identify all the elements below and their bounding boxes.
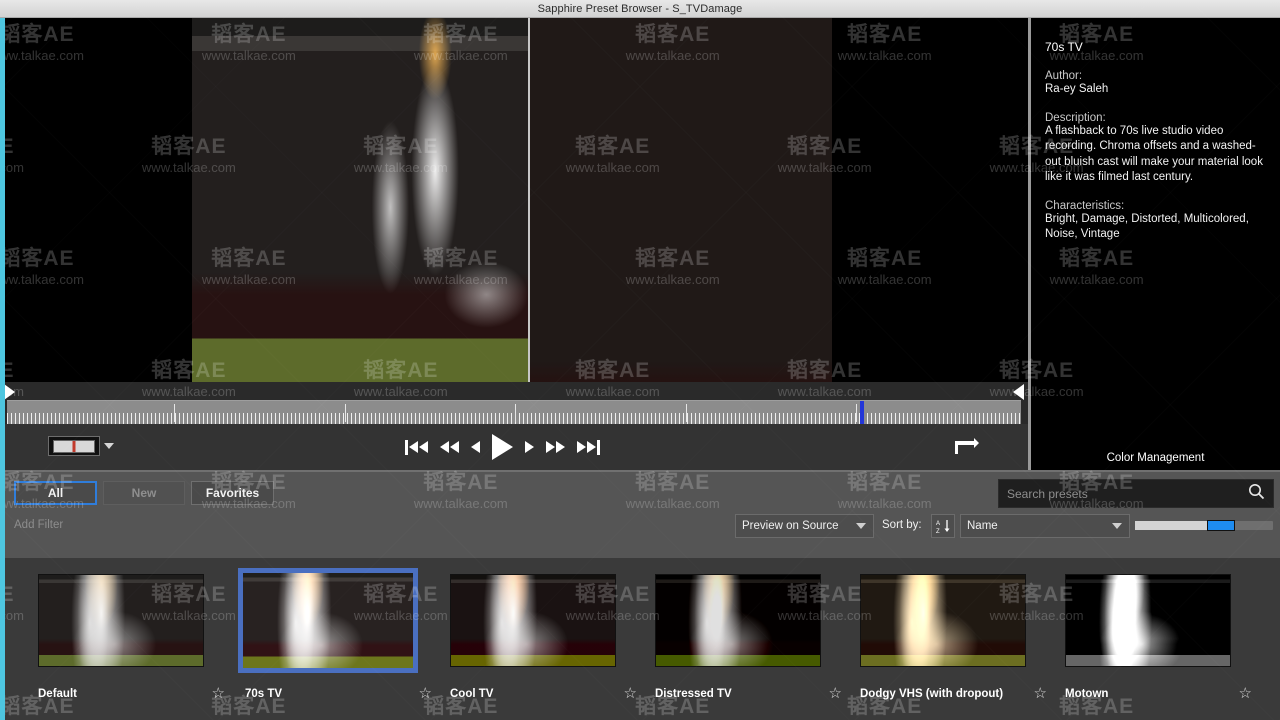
ruler-major-tick [856, 404, 857, 422]
chevron-down-icon [856, 523, 866, 529]
rewind-button[interactable] [440, 441, 459, 453]
preview-letterbox-right [832, 18, 1028, 382]
ruler-ticks [7, 413, 1021, 424]
favorite-star-icon[interactable]: ☆ [1239, 686, 1252, 701]
step-forward-button[interactable] [525, 441, 534, 453]
favorite-star-icon[interactable]: ☆ [829, 686, 842, 701]
favorite-star-icon[interactable]: ☆ [212, 686, 225, 701]
preset-caption: Dodgy VHS (with dropout) ☆ [860, 686, 1065, 701]
info-characteristics-label: Characteristics: [1045, 199, 1125, 212]
preset-caption: Distressed TV ☆ [655, 686, 860, 701]
tab-new[interactable]: New [103, 481, 185, 505]
preset-name: Distressed TV [655, 687, 732, 700]
preset-thumbnail[interactable] [655, 574, 821, 667]
info-characteristics-group: Characteristics: Bright, Damage, Distort… [1045, 200, 1266, 243]
preset-card-cool-tv[interactable]: Cool TV ☆ [450, 574, 655, 701]
view-mode-chevron-down-icon[interactable] [104, 443, 114, 449]
preset-grid: Default ☆ 70s TV ☆ Cool TV ☆ Distressed … [0, 558, 1280, 720]
skip-to-end-button[interactable] [577, 439, 600, 455]
window-left-accent-edge [0, 18, 5, 720]
search-icon[interactable] [1248, 483, 1265, 505]
preset-caption: Default ☆ [38, 686, 243, 701]
preset-name: Dodgy VHS (with dropout) [860, 687, 1004, 700]
slider-thumb[interactable] [1206, 520, 1235, 531]
scrub-bar[interactable] [0, 382, 1028, 425]
preset-thumbnail[interactable] [1065, 574, 1231, 667]
svg-text:A: A [936, 521, 940, 527]
skip-to-start-button[interactable] [405, 439, 428, 455]
preset-name: Motown [1065, 687, 1109, 700]
favorite-star-icon[interactable]: ☆ [1034, 686, 1047, 701]
timeline-ruler[interactable] [7, 400, 1021, 425]
transport-bar [0, 424, 1028, 470]
preset-thumbnail[interactable] [38, 574, 204, 667]
search-input[interactable]: Search presets [998, 479, 1274, 508]
title-bar: Sapphire Preset Browser - S_TVDamage [0, 0, 1280, 18]
panel-divider[interactable] [1028, 18, 1031, 470]
preset-thumbnail[interactable] [450, 574, 616, 667]
step-back-button[interactable] [471, 441, 480, 453]
slider-fill [1135, 521, 1211, 530]
favorite-star-icon[interactable]: ☆ [419, 686, 432, 701]
sort-by-label: Sort by: [882, 519, 922, 531]
preset-info-panel: 70s TV Author: Ra-ey Saleh Description: … [1031, 18, 1280, 470]
info-author-label: Author: [1045, 70, 1083, 82]
color-management-button[interactable]: Color Management [1031, 452, 1280, 464]
preset-card-motown[interactable]: Motown ☆ [1065, 574, 1270, 701]
svg-text:Z: Z [936, 529, 940, 534]
preview-split-divider[interactable] [528, 18, 530, 382]
preset-caption: 70s TV ☆ [245, 686, 450, 701]
sort-az-icon[interactable]: A Z [931, 514, 955, 538]
preset-name: 70s TV [245, 687, 283, 700]
playhead[interactable] [860, 401, 864, 425]
loop-icon[interactable] [952, 436, 980, 463]
preset-card-distressed-tv[interactable]: Distressed TV ☆ [655, 574, 860, 701]
preset-name: Default [38, 687, 77, 700]
preset-caption: Motown ☆ [1065, 686, 1270, 701]
split-view-icon[interactable] [48, 436, 100, 456]
info-characteristics-value: Bright, Damage, Distorted, Multicolored,… [1045, 212, 1249, 241]
play-button[interactable] [492, 434, 513, 460]
preview-image [192, 18, 832, 382]
sort-field-value: Name [967, 520, 998, 532]
info-description-group: Description: A flashback to 70s live stu… [1045, 112, 1266, 186]
tab-favorites[interactable]: Favorites [191, 481, 274, 505]
preset-name: Cool TV [450, 687, 494, 700]
info-preset-name: 70s TV [1045, 40, 1083, 54]
transport-buttons [405, 424, 600, 470]
ruler-major-tick [345, 404, 346, 422]
ruler-major-tick [515, 404, 516, 422]
search-placeholder: Search presets [1007, 486, 1088, 501]
preset-card-default[interactable]: Default ☆ [38, 574, 243, 701]
thumbnail-size-slider[interactable] [1135, 520, 1273, 531]
preset-card-70s-tv[interactable]: 70s TV ☆ [238, 568, 450, 701]
preset-caption: Cool TV ☆ [450, 686, 655, 701]
info-description-label: Description: [1045, 111, 1106, 124]
preset-thumbnail[interactable] [238, 568, 418, 673]
preset-card-dodgy-vhs[interactable]: Dodgy VHS (with dropout) ☆ [860, 574, 1065, 701]
tab-all[interactable]: All [14, 481, 97, 505]
preview-letterbox-left [0, 18, 192, 382]
favorite-star-icon[interactable]: ☆ [624, 686, 637, 701]
preview-mode-value: Preview on Source [742, 520, 839, 532]
window-title: Sapphire Preset Browser - S_TVDamage [537, 2, 743, 15]
preview-viewport[interactable] [0, 18, 1028, 382]
add-filter-button[interactable]: Add Filter [14, 519, 63, 531]
out-point-marker-icon[interactable] [1013, 384, 1024, 400]
chevron-down-icon [1112, 523, 1122, 529]
ruler-major-tick [686, 404, 687, 422]
preview-mode-dropdown[interactable]: Preview on Source [735, 514, 874, 538]
ruler-major-tick [174, 404, 175, 422]
info-author-value: Ra-ey Saleh [1045, 83, 1109, 95]
info-author-group: Author: Ra-ey Saleh [1045, 70, 1266, 98]
in-point-marker-icon[interactable] [4, 384, 15, 400]
info-description-value: A flashback to 70s live studio video rec… [1045, 124, 1263, 184]
sort-field-dropdown[interactable]: Name [960, 514, 1130, 538]
preset-thumbnail[interactable] [860, 574, 1026, 667]
preset-browser-window: Sapphire Preset Browser - S_TVDamage 70s… [0, 0, 1280, 720]
fast-forward-button[interactable] [546, 441, 565, 453]
